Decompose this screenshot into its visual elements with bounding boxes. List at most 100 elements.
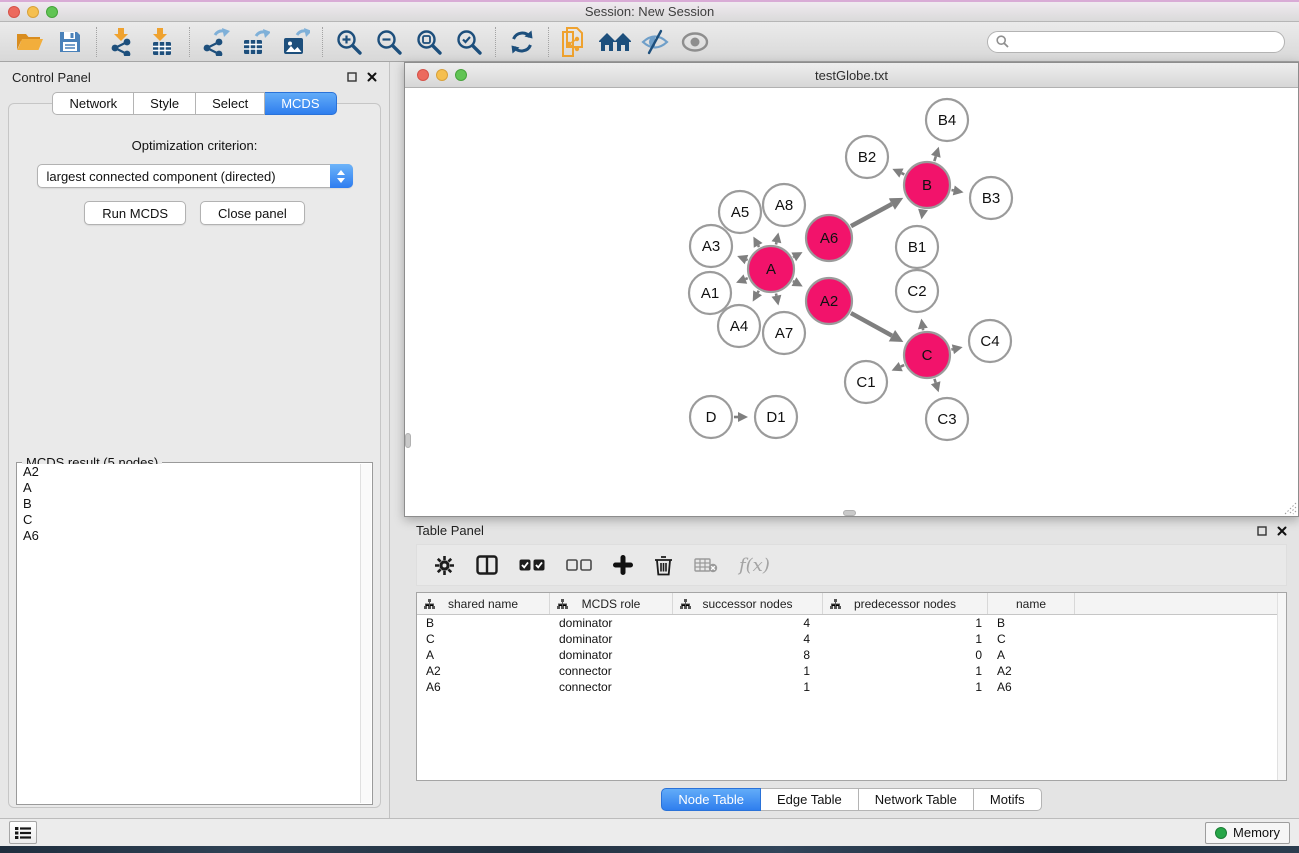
function-builder-button[interactable]: f(x) [739, 555, 770, 576]
create-column-button[interactable] [613, 555, 633, 575]
result-list-item[interactable]: A6 [18, 528, 360, 544]
zoom-window-button[interactable] [46, 6, 58, 18]
memory-button[interactable]: Memory [1205, 822, 1290, 844]
close-table-panel-icon[interactable] [1277, 526, 1287, 536]
export-image-button[interactable] [276, 25, 316, 59]
two-houses-icon [598, 30, 632, 54]
window-title: Session: New Session [585, 4, 714, 19]
tab-edge-table[interactable]: Edge Table [761, 788, 859, 811]
network-canvas[interactable]: AA1A2A3A4A5A6A7A8BB1B2B3B4CC1C2C3C4DD1 [405, 88, 1298, 516]
refresh-view-button[interactable] [502, 25, 542, 59]
table-cell: C [417, 632, 550, 646]
graph-node-label: D1 [766, 409, 785, 426]
tab-network-table[interactable]: Network Table [859, 788, 974, 811]
mcds-result-list[interactable]: A2ABCA6 [18, 464, 360, 803]
table-cell: 1 [673, 664, 823, 678]
horizontal-scroll-thumb[interactable] [843, 510, 856, 516]
show-columns-button[interactable] [476, 555, 498, 575]
network-window-controls [417, 63, 467, 87]
graph-edge[interactable] [901, 365, 904, 367]
tab-network[interactable]: Network [52, 92, 134, 115]
close-network-window-button[interactable] [417, 69, 429, 81]
table-cell: dominator [550, 616, 673, 630]
graph-edge[interactable] [758, 245, 759, 247]
search-field[interactable] [987, 31, 1285, 53]
graph-edge[interactable] [934, 379, 935, 383]
graph-edge[interactable] [851, 313, 892, 336]
table-cell: C [988, 632, 1075, 646]
show-graphics-details-button[interactable] [675, 25, 715, 59]
result-list-item[interactable]: A [18, 480, 360, 496]
delete-columns-button[interactable] [654, 555, 673, 576]
list-icon [15, 826, 31, 840]
tab-mcds[interactable]: MCDS [265, 92, 336, 115]
table-row[interactable]: Cdominator41C [417, 631, 1286, 647]
export-table-button[interactable] [236, 25, 276, 59]
import-network-button[interactable] [103, 25, 143, 59]
table-options-button[interactable] [434, 555, 455, 576]
result-list-item[interactable]: B [18, 496, 360, 512]
network-graph[interactable]: AA1A2A3A4A5A6A7A8BB1B2B3B4CC1C2C3C4DD1 [405, 88, 1297, 516]
delete-table-button[interactable] [694, 557, 718, 573]
table-scrollbar[interactable] [1277, 593, 1286, 780]
graph-edge[interactable] [745, 278, 747, 279]
result-list-item[interactable]: A2 [18, 464, 360, 480]
copy-network-button[interactable] [555, 25, 595, 59]
table-row[interactable]: A6connector11A6 [417, 679, 1286, 695]
task-history-button[interactable] [9, 821, 37, 844]
result-scrollbar[interactable] [360, 464, 371, 803]
tab-style[interactable]: Style [134, 92, 196, 115]
table-row[interactable]: Bdominator41B [417, 615, 1286, 631]
select-all-columns-button[interactable] [519, 559, 545, 571]
unselect-all-columns-button[interactable] [566, 559, 592, 571]
zoom-selected-button[interactable] [449, 25, 489, 59]
graph-edge[interactable] [758, 291, 759, 293]
table-row[interactable]: A2connector11A2 [417, 663, 1286, 679]
tab-select[interactable]: Select [196, 92, 265, 115]
result-list-item[interactable]: C [18, 512, 360, 528]
column-header-predecessor-nodes[interactable]: predecessor nodes [823, 593, 988, 614]
close-panel-icon[interactable] [367, 72, 377, 82]
open-session-button[interactable] [10, 25, 50, 59]
tab-motifs[interactable]: Motifs [974, 788, 1042, 811]
minimize-network-window-button[interactable] [436, 69, 448, 81]
minimize-window-button[interactable] [27, 6, 39, 18]
network-window-titlebar[interactable]: testGlobe.txt [405, 63, 1298, 88]
column-header-successor-nodes[interactable]: successor nodes [673, 593, 823, 614]
search-input[interactable] [1014, 34, 1276, 49]
run-mcds-button[interactable]: Run MCDS [84, 201, 186, 225]
float-panel-icon[interactable] [347, 72, 357, 82]
vertical-scroll-thumb[interactable] [405, 433, 411, 448]
home-button[interactable] [595, 25, 635, 59]
zoom-out-button[interactable] [369, 25, 409, 59]
table-cell: 1 [823, 632, 988, 646]
tab-node-table[interactable]: Node Table [661, 788, 761, 811]
zoom-network-window-button[interactable] [455, 69, 467, 81]
search-icon [996, 35, 1009, 48]
graph-edge[interactable] [901, 173, 904, 174]
import-table-button[interactable] [143, 25, 183, 59]
close-window-button[interactable] [8, 6, 20, 18]
export-network-button[interactable] [196, 25, 236, 59]
zoom-in-button[interactable] [329, 25, 369, 59]
column-header-mcds-role[interactable]: MCDS role [550, 593, 673, 614]
zoom-fit-button[interactable] [409, 25, 449, 59]
column-header-name[interactable]: name [988, 593, 1075, 614]
save-session-button[interactable] [50, 25, 90, 59]
table-tabs: Node Table Edge Table Network Table Moti… [404, 781, 1299, 818]
table-cell: 4 [673, 616, 823, 630]
graph-edge[interactable] [934, 156, 935, 161]
table-cell: 1 [673, 680, 823, 694]
column-header-shared-name[interactable]: shared name [417, 593, 550, 614]
resize-grip-icon[interactable] [1284, 502, 1297, 515]
graph-node-label: A2 [820, 293, 838, 310]
graph-edge[interactable] [793, 281, 794, 282]
status-bar: Memory [0, 818, 1299, 846]
close-panel-button[interactable]: Close panel [200, 201, 305, 225]
graph-edge[interactable] [851, 204, 892, 226]
criterion-select[interactable]: largest connected component (directed) [37, 164, 353, 188]
hide-graphics-details-button[interactable] [635, 25, 675, 59]
toolbar-separator [495, 27, 496, 57]
table-row[interactable]: Adominator80A [417, 647, 1286, 663]
float-table-panel-icon[interactable] [1257, 526, 1267, 536]
